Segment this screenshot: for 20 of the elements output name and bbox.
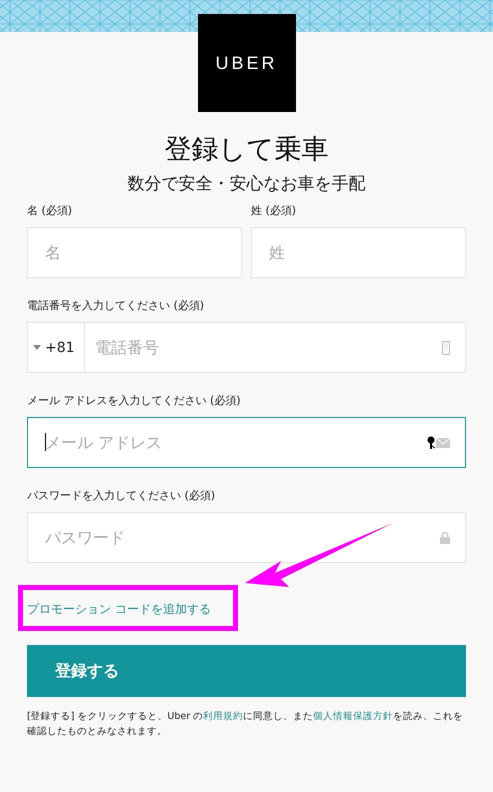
- envelope-icon: [436, 438, 450, 448]
- field-label: 姓 (必須): [251, 203, 298, 219]
- page-title: 登録して乗車: [164, 133, 328, 167]
- field-label: 電話番号を入力してください (必須): [27, 298, 206, 314]
- caret-icon: [33, 345, 41, 350]
- logo: UBER: [198, 14, 296, 112]
- phone-icon: [442, 340, 450, 354]
- subtitle: 数分で安全・安心なお車を手配: [128, 173, 366, 195]
- policy-link[interactable]: 個人情報保護方針: [313, 711, 394, 722]
- lock-icon: [440, 531, 450, 544]
- signup-button[interactable]: 登録する: [27, 645, 466, 697]
- terms-text: [登録する] をクリックすると、Uber の利用規約 に同意し、また個人情報保護方針を読み、これを確認したものとみなされます。: [27, 710, 464, 739]
- field-label: メール アドレスを入力してください (必須): [27, 393, 242, 409]
- field-label: パスワードを入力してください (必須): [27, 488, 216, 504]
- policy-link[interactable]: 利用規約: [203, 711, 244, 722]
- text-cursor: [45, 433, 46, 451]
- field-label: 名 (必須): [27, 203, 74, 219]
- key-icon: [427, 436, 436, 449]
- input-field[interactable]: メール アドレス: [27, 417, 466, 468]
- promo-code-link[interactable]: プロモーション コードを追加する: [27, 602, 211, 616]
